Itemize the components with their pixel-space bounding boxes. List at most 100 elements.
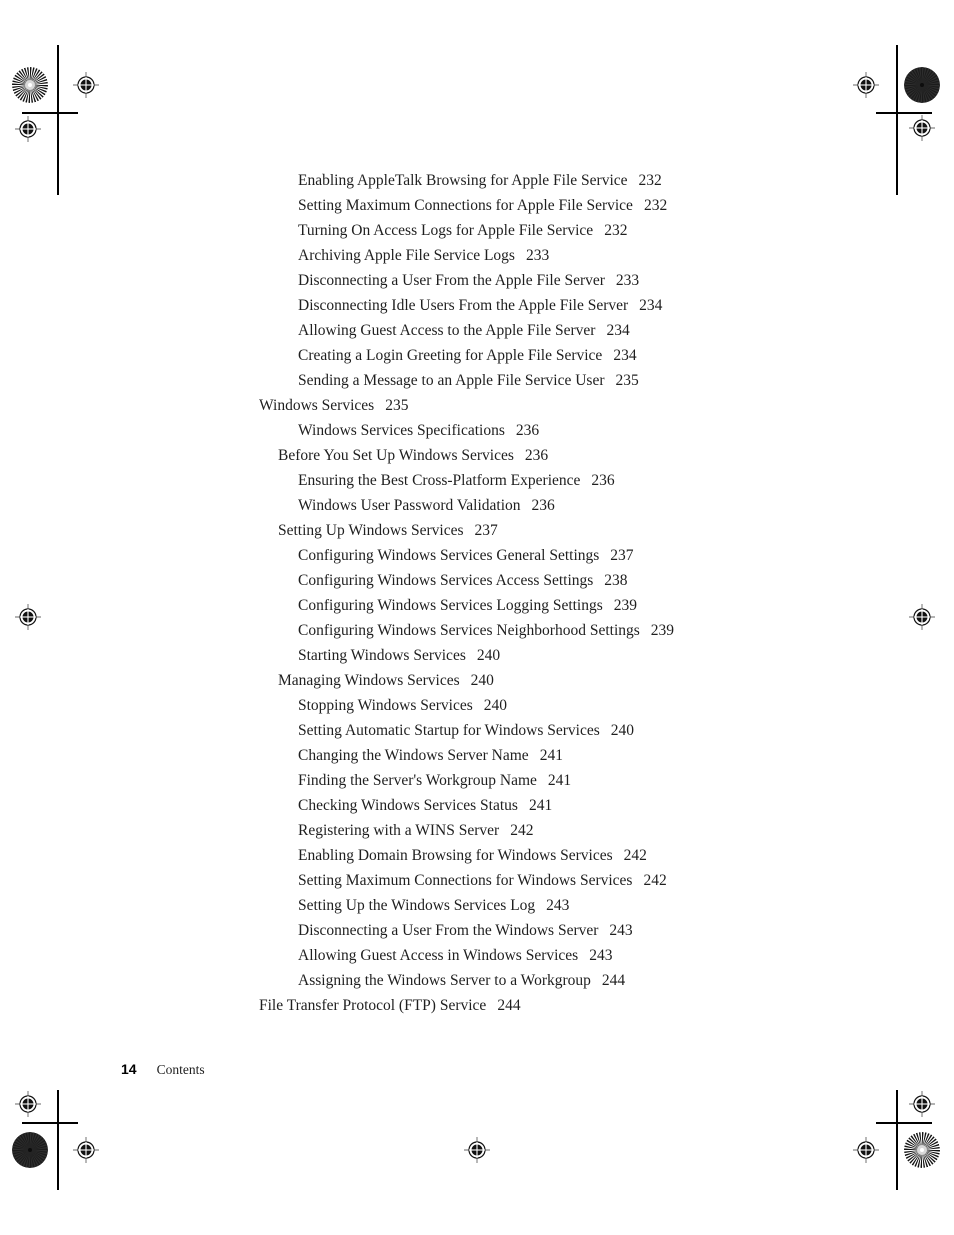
- page-footer: 14 Contents: [121, 1061, 205, 1078]
- toc-entry-title: Windows Services: [259, 397, 375, 414]
- toc-entry[interactable]: Setting Maximum Connections for Windows …: [0, 868, 954, 893]
- folio-page-number: 14: [121, 1061, 137, 1077]
- toc-entry-title: Configuring Windows Services Access Sett…: [298, 572, 594, 589]
- starburst-target-bottom-right: [904, 1132, 940, 1168]
- toc-entry-page-number: 236: [591, 472, 615, 489]
- toc-entry-title: Before You Set Up Windows Services: [278, 447, 514, 464]
- toc-entry-page-number: 244: [601, 972, 626, 989]
- toc-entry[interactable]: Sending a Message to an Apple File Servi…: [0, 368, 954, 393]
- toc-entry-page-number: 239: [613, 597, 638, 614]
- toc-entry[interactable]: Creating a Login Greeting for Apple File…: [0, 343, 954, 368]
- starburst-target-top-left: [12, 67, 48, 103]
- toc-entry-title: Setting Automatic Startup for Windows Se…: [298, 722, 600, 739]
- toc-entry[interactable]: Finding the Server's Workgroup Name 241: [0, 768, 954, 793]
- toc-entry-page-number: 242: [623, 847, 647, 864]
- toc-entry-title: Disconnecting Idle Users From the Apple …: [298, 297, 629, 314]
- registration-mark-top-right: [835, 54, 897, 116]
- toc-entry-page-number: 236: [515, 422, 540, 439]
- toc-entry-page-number: 234: [639, 297, 663, 314]
- toc-entry[interactable]: Changing the Windows Server Name 241: [0, 743, 954, 768]
- toc-entry-title: Checking Windows Services Status: [298, 797, 518, 814]
- toc-entry[interactable]: Configuring Windows Services Logging Set…: [0, 593, 954, 618]
- toc-entry-page-number: 233: [525, 247, 550, 264]
- toc-entry[interactable]: Stopping Windows Services 240: [0, 693, 954, 718]
- toc-entry[interactable]: Setting Automatic Startup for Windows Se…: [0, 718, 954, 743]
- toc-entry-page-number: 235: [615, 372, 639, 389]
- toc-entry-title: Setting Maximum Connections for Apple Fi…: [298, 197, 633, 214]
- toc-entry[interactable]: Windows Services Specifications 236: [0, 418, 954, 443]
- toc-entry-page-number: 241: [539, 747, 563, 764]
- toc-entry[interactable]: Configuring Windows Services Neighborhoo…: [0, 618, 954, 643]
- crop-rule-top-right: [876, 112, 932, 114]
- registration-mark-top-right-low: [891, 97, 953, 159]
- registration-mark-bottom-left: [55, 1119, 117, 1181]
- toc-entry[interactable]: Setting Up the Windows Services Log 243: [0, 893, 954, 918]
- toc-entry[interactable]: Managing Windows Services 240: [0, 668, 954, 693]
- toc-entry[interactable]: Turning On Access Logs for Apple File Se…: [0, 218, 954, 243]
- registration-mark-bottom-right-high: [891, 1073, 953, 1135]
- toc-entry-title: Turning On Access Logs for Apple File Se…: [298, 222, 594, 239]
- toc-entry-page-number: 240: [476, 647, 501, 664]
- toc-entry[interactable]: Archiving Apple File Service Logs 233: [0, 243, 954, 268]
- toc-entry-title: Allowing Guest Access to the Apple File …: [298, 322, 596, 339]
- toc-entry[interactable]: Ensuring the Best Cross-Platform Experie…: [0, 468, 954, 493]
- toc-entry[interactable]: Windows Services 235: [0, 393, 954, 418]
- toc-entry-title: Sending a Message to an Apple File Servi…: [298, 372, 605, 389]
- toc-entry-page-number: 240: [610, 722, 634, 739]
- toc-entry-page-number: 242: [643, 872, 667, 889]
- toc-entry[interactable]: Checking Windows Services Status 241: [0, 793, 954, 818]
- starburst-target-bottom-left: [12, 1132, 48, 1168]
- crop-rule-bottom-right: [876, 1122, 932, 1124]
- toc-entry-title: Starting Windows Services: [298, 647, 466, 664]
- toc-entry-page-number: 240: [470, 672, 494, 689]
- toc-entry-page-number: 238: [604, 572, 628, 589]
- registration-mark-mid-left: [0, 586, 59, 648]
- toc-entry-page-number: 232: [604, 222, 628, 239]
- registration-mark-bottom-left-high: [0, 1073, 59, 1135]
- crop-rule-top-left: [22, 112, 78, 114]
- toc-entry-page-number: 232: [643, 197, 668, 214]
- toc-entry-title: Enabling AppleTalk Browsing for Apple Fi…: [298, 172, 628, 189]
- toc-entry-page-number: 237: [610, 547, 634, 564]
- toc-entry[interactable]: File Transfer Protocol (FTP) Service 244: [0, 993, 954, 1018]
- toc-entry-title: Setting Up the Windows Services Log: [298, 897, 536, 914]
- toc-entry-page-number: 234: [613, 347, 637, 364]
- registration-mark-mid-right: [891, 586, 953, 648]
- toc-entry[interactable]: Windows User Password Validation 236: [0, 493, 954, 518]
- trim-rule-top-left: [57, 45, 59, 195]
- toc-entry[interactable]: Setting Maximum Connections for Apple Fi…: [0, 193, 954, 218]
- toc-entry[interactable]: Allowing Guest Access in Windows Service…: [0, 943, 954, 968]
- toc-entry-title: Windows Services Specifications: [298, 422, 505, 439]
- toc-entry[interactable]: Disconnecting a User From the Windows Se…: [0, 918, 954, 943]
- toc-entry-page-number: 234: [606, 322, 630, 339]
- starburst-target-top-right: [904, 67, 940, 103]
- toc-entry-page-number: 232: [638, 172, 662, 189]
- toc-entry-title: Setting Up Windows Services: [278, 522, 464, 539]
- footer-section-label: Contents: [156, 1062, 205, 1077]
- toc-entry[interactable]: Disconnecting Idle Users From the Apple …: [0, 293, 954, 318]
- toc-entry-page-number: 240: [483, 697, 508, 714]
- toc-entry-page-number: 244: [497, 997, 521, 1014]
- toc-entry-page-number: 235: [385, 397, 409, 414]
- toc-entry-title: Configuring Windows Services General Set…: [298, 547, 600, 564]
- toc-entry-title: Enabling Domain Browsing for Windows Ser…: [298, 847, 613, 864]
- toc-entry[interactable]: Disconnecting a User From the Apple File…: [0, 268, 954, 293]
- toc-entry-title: Windows User Password Validation: [298, 497, 521, 514]
- toc-entry-page-number: 243: [589, 947, 613, 964]
- toc-entry[interactable]: Starting Windows Services 240: [0, 643, 954, 668]
- toc-entry-title: Setting Maximum Connections for Windows …: [298, 872, 633, 889]
- toc-entry[interactable]: Enabling Domain Browsing for Windows Ser…: [0, 843, 954, 868]
- toc-entry[interactable]: Assigning the Windows Server to a Workgr…: [0, 968, 954, 993]
- registration-mark-top-left-low: [0, 98, 59, 160]
- toc-entry[interactable]: Allowing Guest Access to the Apple File …: [0, 318, 954, 343]
- toc-entry[interactable]: Configuring Windows Services Access Sett…: [0, 568, 954, 593]
- toc-entry-title: Allowing Guest Access in Windows Service…: [298, 947, 579, 964]
- toc-entry[interactable]: Registering with a WINS Server 242: [0, 818, 954, 843]
- toc-entry[interactable]: Configuring Windows Services General Set…: [0, 543, 954, 568]
- toc-entry[interactable]: Before You Set Up Windows Services 236: [0, 443, 954, 468]
- toc-entry[interactable]: Setting Up Windows Services 237: [0, 518, 954, 543]
- toc-entry[interactable]: Enabling AppleTalk Browsing for Apple Fi…: [0, 168, 954, 193]
- toc-entry-page-number: 241: [547, 772, 572, 789]
- toc-entry-page-number: 236: [531, 497, 555, 514]
- toc-entry-title: Ensuring the Best Cross-Platform Experie…: [298, 472, 581, 489]
